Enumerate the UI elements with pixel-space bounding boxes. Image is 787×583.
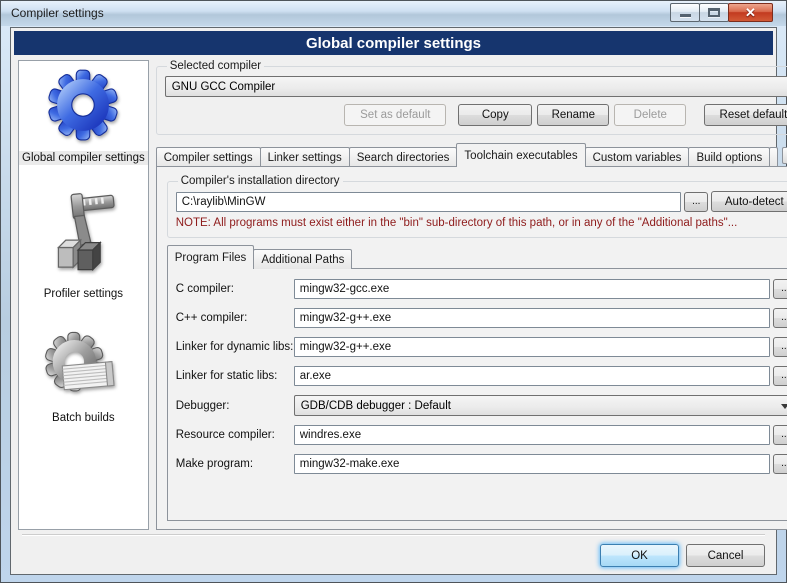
set-as-default-button[interactable]: Set as default (344, 104, 446, 126)
debugger-label: Debugger: (176, 400, 294, 412)
minimize-icon (680, 14, 691, 17)
sidebar-item-label: Batch builds (49, 411, 118, 425)
compiler-settings-tabstrip: Compiler settings Linker settings Search… (156, 143, 787, 167)
dynamic-linker-label: Linker for dynamic libs: (176, 341, 294, 353)
field-row-debugger: Debugger: GDB/CDB debugger : Default (176, 395, 787, 416)
installation-directory-group-label: Compiler's installation directory (178, 175, 343, 187)
field-row-cpp-compiler: C++ compiler: ... (176, 308, 787, 328)
tab-scroll-buttons (781, 147, 787, 164)
static-linker-browse-button[interactable]: ... (773, 366, 787, 386)
gray-gear-stack-icon (44, 331, 122, 406)
caliper-icon (43, 191, 123, 282)
reset-defaults-button[interactable]: Reset defaults (704, 104, 787, 126)
static-linker-input[interactable] (294, 366, 771, 386)
static-linker-label: Linker for static libs: (176, 370, 294, 382)
auto-detect-button[interactable]: Auto-detect (711, 191, 787, 212)
bin-subdirectory-note: NOTE: All programs must exist either in … (176, 217, 787, 229)
dynamic-linker-browse-button[interactable]: ... (773, 337, 787, 357)
c-compiler-browse-button[interactable]: ... (773, 279, 787, 299)
close-icon: ✕ (745, 6, 756, 19)
field-row-c-compiler: C compiler: ... (176, 279, 787, 299)
selected-compiler-dropdown[interactable]: GNU GCC Compiler (165, 76, 787, 97)
chevron-down-icon (781, 404, 787, 409)
dynamic-linker-input[interactable] (294, 337, 771, 357)
cancel-button[interactable]: Cancel (686, 544, 765, 567)
sidebar-item-label: Global compiler settings (19, 151, 148, 165)
compiler-actions-row: Set as default Copy Rename Delete Reset … (165, 104, 787, 126)
field-row-make-program: Make program: ... (176, 454, 787, 474)
tab-compiler-settings[interactable]: Compiler settings (156, 147, 261, 167)
resource-compiler-label: Resource compiler: (176, 429, 294, 441)
sidebar-item-batch-builds[interactable]: Batch builds (44, 331, 122, 425)
sidebar-item-label: Profiler settings (41, 287, 126, 301)
tab-clipped[interactable] (769, 147, 778, 167)
window-controls: ✕ (671, 3, 773, 22)
main-panel: Selected compiler GNU GCC Compiler Set a… (156, 60, 787, 530)
delete-button[interactable]: Delete (614, 104, 686, 126)
installation-directory-input[interactable] (176, 192, 682, 212)
selected-compiler-group: Selected compiler GNU GCC Compiler Set a… (156, 60, 787, 135)
tab-toolchain-executables[interactable]: Toolchain executables (456, 143, 585, 167)
toolchain-executables-page: Compiler's installation directory ... Au… (156, 166, 787, 530)
make-program-input[interactable] (294, 454, 771, 474)
field-row-static-linker: Linker for static libs: ... (176, 366, 787, 386)
field-row-dynamic-linker: Linker for dynamic libs: ... (176, 337, 787, 357)
tab-linker-settings[interactable]: Linker settings (260, 147, 350, 167)
window-title: Compiler settings (11, 6, 104, 20)
dialog-footer: OK Cancel (14, 532, 773, 571)
c-compiler-input[interactable] (294, 279, 771, 299)
cpp-compiler-input[interactable] (294, 308, 771, 328)
titlebar[interactable]: Compiler settings ✕ (1, 1, 786, 26)
tab-search-directories[interactable]: Search directories (349, 147, 458, 167)
copy-button[interactable]: Copy (458, 104, 532, 126)
tab-custom-variables[interactable]: Custom variables (585, 147, 690, 167)
sidebar-item-global-compiler-settings[interactable]: Global compiler settings (19, 69, 148, 165)
program-files-page: C compiler: ... C++ compiler: ... Linker… (167, 268, 787, 521)
compiler-settings-window: Compiler settings ✕ Global compiler sett… (0, 0, 787, 583)
minimize-button[interactable] (670, 3, 700, 22)
settings-category-sidebar: Global compiler settings (18, 60, 149, 530)
close-button[interactable]: ✕ (728, 3, 773, 22)
page-title: Global compiler settings (14, 31, 773, 55)
browse-directory-button[interactable]: ... (684, 192, 708, 212)
program-files-tabstrip: Program Files Additional Paths (167, 246, 787, 269)
debugger-dropdown[interactable]: GDB/CDB debugger : Default (294, 395, 787, 416)
dialog-client-area: Global compiler settings (10, 27, 777, 575)
selected-compiler-value: GNU GCC Compiler (172, 81, 276, 93)
rename-button[interactable]: Rename (537, 104, 609, 126)
make-program-label: Make program: (176, 458, 294, 470)
cpp-compiler-browse-button[interactable]: ... (773, 308, 787, 328)
sidebar-item-profiler-settings[interactable]: Profiler settings (41, 191, 126, 301)
field-row-resource-compiler: Resource compiler: ... (176, 425, 787, 445)
blue-gear-icon (47, 69, 119, 146)
installation-directory-group: Compiler's installation directory ... Au… (167, 175, 787, 238)
make-program-browse-button[interactable]: ... (773, 454, 787, 474)
selected-compiler-group-label: Selected compiler (167, 60, 264, 72)
tab-build-options[interactable]: Build options (688, 147, 770, 167)
tab-additional-paths[interactable]: Additional Paths (253, 249, 352, 269)
maximize-button[interactable] (699, 3, 729, 22)
resource-compiler-browse-button[interactable]: ... (773, 425, 787, 445)
cpp-compiler-label: C++ compiler: (176, 312, 294, 324)
tab-scroll-left-button[interactable] (782, 147, 787, 164)
maximize-icon (708, 8, 720, 17)
resource-compiler-input[interactable] (294, 425, 771, 445)
c-compiler-label: C compiler: (176, 283, 294, 295)
debugger-value: GDB/CDB debugger : Default (301, 400, 451, 412)
tab-program-files[interactable]: Program Files (167, 245, 255, 269)
ok-button[interactable]: OK (600, 544, 679, 567)
